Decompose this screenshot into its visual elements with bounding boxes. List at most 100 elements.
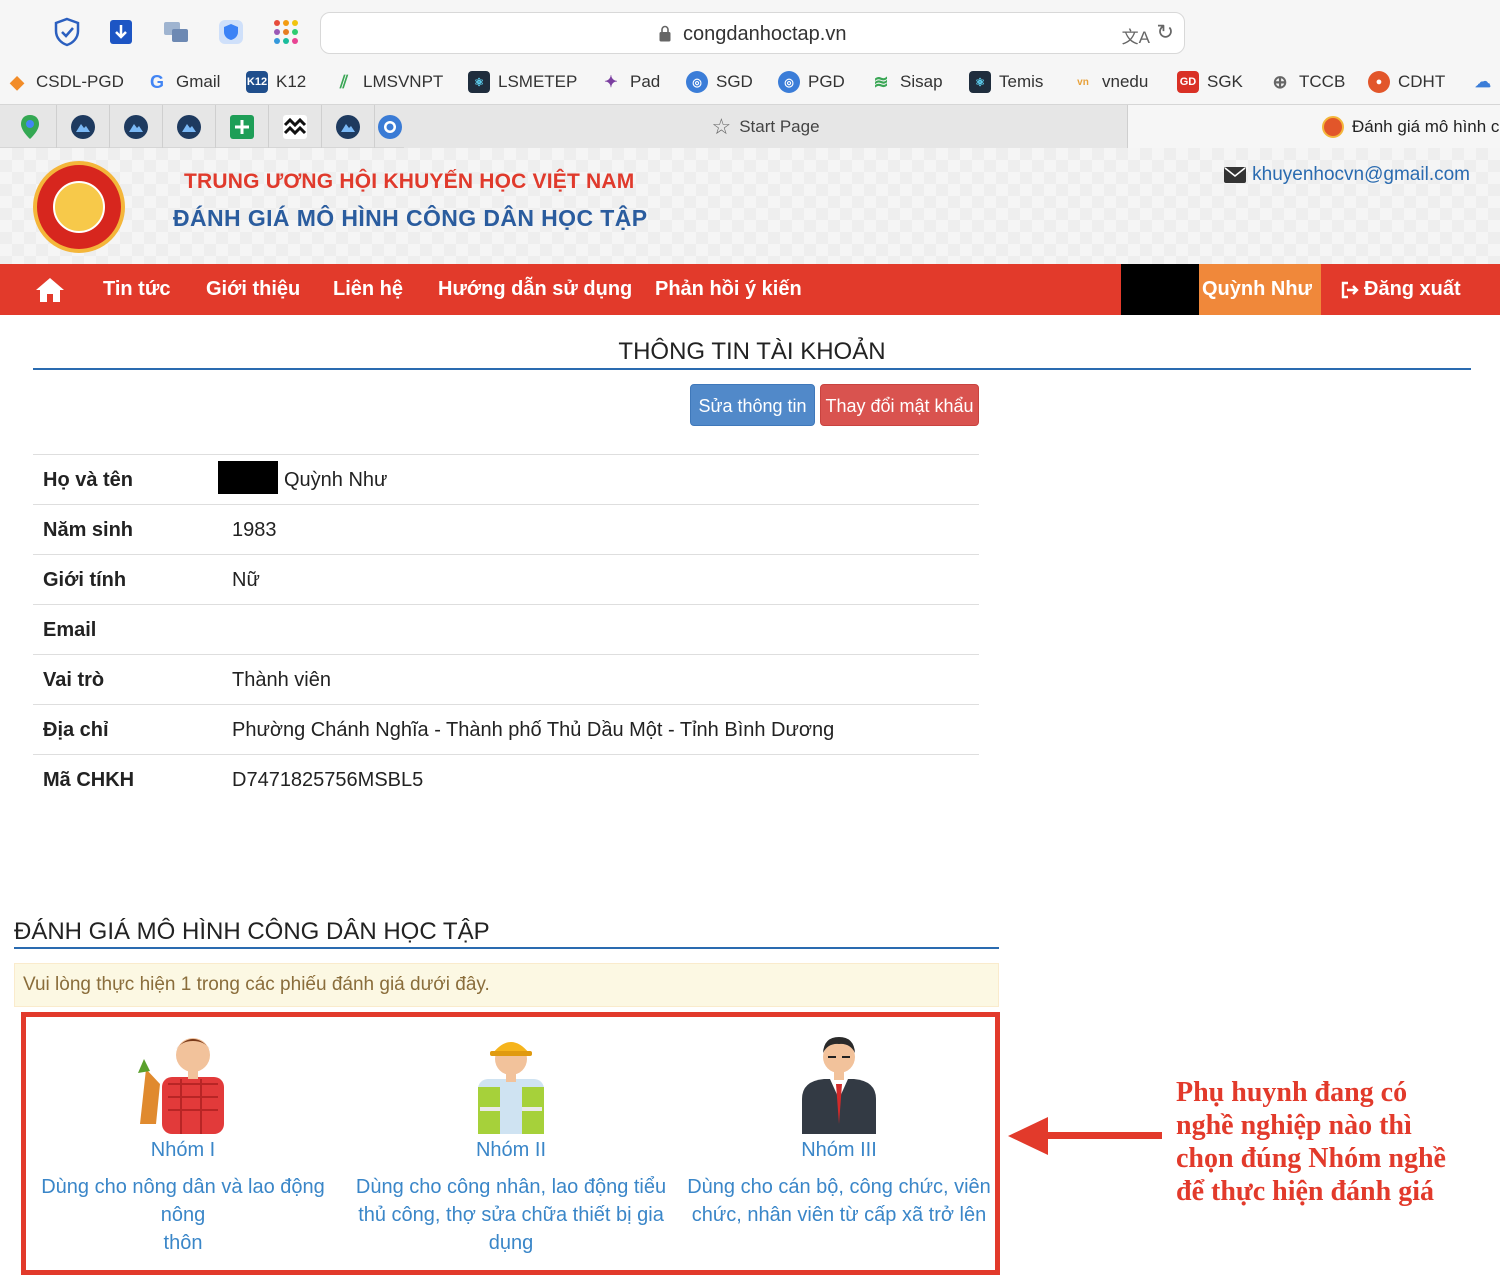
tab-active[interactable]: Đánh giá mô hình c [1128,105,1500,148]
field-value: 1983 [232,519,277,541]
field-value: Nữ [232,569,260,591]
field-value: Thành viên [232,669,331,691]
bookmark-overflow[interactable]: ☁ [1472,71,1494,93]
mountain-icon [124,114,148,139]
bookmark-csdl-pgd[interactable]: ◆ CSDL-PGD [6,71,124,93]
site-header: TRUNG ƯƠNG HỘI KHUYẾN HỌC VIỆT NAM ĐÁNH … [0,148,1500,264]
divider [14,947,999,949]
group-card-1[interactable]: Nhóm I Dùng cho nông dân và lao động nôn… [23,1017,343,1270]
pinned-tab-chrome[interactable] [375,105,405,148]
pinned-tab-sheets[interactable] [216,105,269,148]
diamond-icon: ◆ [10,71,24,92]
globe-icon: ⊕ [1272,71,1288,92]
table-row: Địa chỉ Phường Chánh Nghĩa - Thành phố T… [33,704,979,754]
url-text: congdanhoctap.vn [683,23,847,45]
cloud-icon: ☁ [1475,74,1491,91]
field-value: Quỳnh Như [284,469,388,491]
nav-item-about[interactable]: Giới thiệu [206,264,300,315]
group-card-2[interactable]: Nhóm II Dùng cho công nhân, lao động tiể… [351,1017,671,1270]
sisap-icon: ≋ [873,71,889,92]
bookmark-lsmetep[interactable]: ⚛ LSMETEP [468,71,577,93]
field-label: Vai trò [43,669,105,691]
group-description[interactable]: Dùng cho cán bộ, công chức, viên chức, n… [679,1173,999,1229]
bookmark-sgd[interactable]: ◎ SGD [686,71,753,93]
shield-icon[interactable] [214,15,248,49]
divider [33,368,1471,370]
field-label: Email [43,619,97,641]
callout-note: Phụ huynh đang có nghề nghiệp nào thì ch… [1176,1077,1446,1207]
field-label: Giới tính [43,569,127,591]
app-grid-icon[interactable] [269,15,303,49]
pinned-tab-4[interactable] [322,105,375,148]
site-logo[interactable] [33,161,125,253]
vnedu-icon: vn [1077,76,1089,88]
logout-icon [1341,281,1359,298]
map-pin-icon [21,114,39,139]
tab-strip: ☆ Start Page Đánh giá mô hình c [0,104,1500,148]
mountain-icon [177,114,201,139]
bookmark-tccb[interactable]: ⊕ TCCB [1269,71,1345,93]
sheets-icon [230,114,254,139]
redacted-block [1121,264,1199,315]
mountain-icon [336,114,360,139]
worker-icon [478,1042,544,1134]
bookmarks-bar: ◆ CSDL-PGD G Gmail K12 K12 ⫽ LMSVNPT ⚛ LSMETE… [0,62,1500,104]
org-name: TRUNG ƯƠNG HỘI KHUYẾN HỌC VIỆT NAM [184,170,635,193]
bookmark-down-icon[interactable] [104,15,138,49]
pinned-tab-1[interactable] [57,105,110,148]
pinned-tab-2[interactable] [110,105,163,148]
field-label: Địa chỉ [43,719,109,741]
pinned-tab-maps[interactable] [4,105,57,148]
react-icon: ⚛ [969,71,991,93]
bookmark-pgd[interactable]: ◎ PGD [778,71,845,93]
bookmark-temis[interactable]: ⚛ Temis [969,71,1043,93]
star-icon: ☆ [711,113,732,139]
windows-icon[interactable] [159,15,193,49]
field-label: Họ và tên [43,469,134,491]
user-menu[interactable]: Quỳnh Như [1121,264,1321,315]
group-description[interactable]: Dùng cho nông dân và lao động nông thôn [23,1173,343,1257]
nav-item-news[interactable]: Tin tức [103,264,170,315]
google-icon: G [149,71,164,92]
evaluation-title: ĐÁNH GIÁ MÔ HÌNH CÔNG DÂN HỌC TẬP [14,918,490,945]
bookmark-vnedu[interactable]: vn vnedu [1072,71,1148,93]
pinned-tab-waves[interactable] [269,105,322,148]
bookmark-sisap[interactable]: ≋ Sisap [870,71,942,93]
pinned-tab-3[interactable] [163,105,216,148]
bookmark-sgk[interactable]: GD SGK [1177,71,1243,93]
home-icon[interactable] [34,276,66,309]
reload-icon[interactable]: ↻ [1156,20,1174,45]
chrome-icon [378,114,402,139]
group-description[interactable]: Dùng cho công nhân, lao động tiểu thủ cô… [351,1173,671,1257]
seal-icon: ● [1368,71,1390,93]
change-password-button[interactable]: Thay đổi mật khẩu [820,384,979,426]
bookmark-pad[interactable]: ✦ Pad [600,71,660,93]
edit-info-button[interactable]: Sửa thông tin [690,384,815,426]
account-title: THÔNG TIN TÀI KHOẢN [618,338,886,365]
sgk-icon: GD [1177,71,1199,93]
translate-icon[interactable]: 文A [1122,23,1150,48]
address-bar[interactable]: congdanhoctap.vn 文A ↻ [320,12,1185,54]
group-name[interactable]: Nhóm I [23,1139,343,1162]
table-row: Giới tính Nữ [33,554,979,604]
contact-email[interactable]: khuyenhocvn@gmail.com [1224,164,1470,186]
lms-icon: ⫽ [339,71,349,92]
shield-check-icon[interactable] [50,15,84,49]
group-name[interactable]: Nhóm III [679,1139,999,1162]
group-name[interactable]: Nhóm II [351,1139,671,1162]
user-name: Quỳnh Như [1202,278,1313,300]
notice-alert: Vui lòng thực hiện 1 trong các phiếu đán… [14,963,999,1007]
bookmark-cdht[interactable]: ● CDHT [1368,71,1445,93]
bookmark-gmail[interactable]: G Gmail [146,71,220,93]
table-row: Email [33,604,979,654]
logout-button[interactable]: Đăng xuất [1340,264,1461,315]
group-card-3[interactable]: Nhóm III Dùng cho cán bộ, công chức, viê… [679,1017,999,1270]
field-value: Phường Chánh Nghĩa - Thành phố Thủ Dầu M… [232,719,835,741]
nav-item-guide[interactable]: Hướng dẫn sử dụng [438,264,632,315]
nav-item-feedback[interactable]: Phản hồi ý kiến [655,264,802,315]
nav-item-contact[interactable]: Liên hệ [333,264,403,315]
tab-start-page[interactable]: ☆ Start Page [404,105,1128,148]
bookmark-k12[interactable]: K12 K12 [246,71,306,93]
groups-highlight-box: Nhóm I Dùng cho nông dân và lao động nôn… [21,1012,1000,1275]
bookmark-lmsvnpt[interactable]: ⫽ LMSVNPT [333,71,443,93]
